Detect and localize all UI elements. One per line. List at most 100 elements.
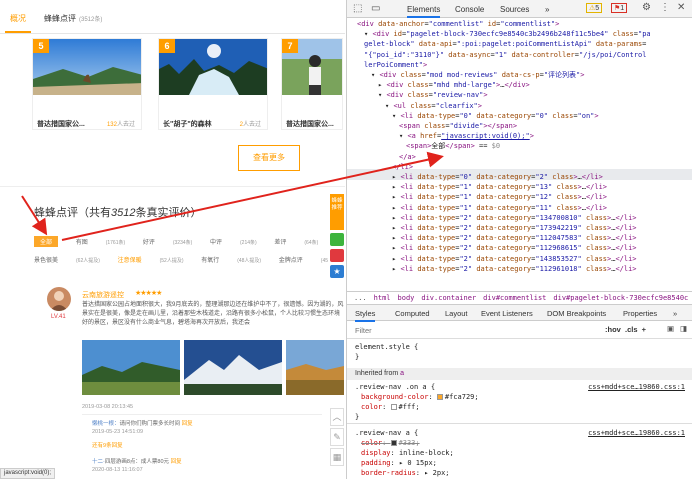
element-style-rule[interactable]: element.style { <box>355 343 418 353</box>
dom-node-line[interactable]: ▸ <li data-type="1" data-category="13" c… <box>392 182 607 192</box>
dom-node-line[interactable]: ▾ <li data-type="0" data-category="0" cl… <box>392 111 599 121</box>
rule2-source-link[interactable]: css+mdd+sce…19860.css:1 <box>588 429 685 439</box>
rule2-prop-display[interactable]: display: inline-block; <box>361 449 454 459</box>
dom-node-line[interactable]: <div data-anchor="commentlist" id="comme… <box>357 19 559 29</box>
dom-node-line[interactable]: ▸ <li data-type="1" data-category="11" c… <box>392 203 607 213</box>
filter-all[interactable]: 全部 <box>34 236 59 247</box>
rule2-prop-color-overridden[interactable]: color: #333; <box>361 439 420 449</box>
rule2-selector[interactable]: .review-nav a { <box>355 429 418 439</box>
kebab-menu-icon[interactable]: ⋮ <box>660 2 670 13</box>
rule1-selector[interactable]: .review-nav .on a { <box>355 383 435 393</box>
breadcrumb-html[interactable]: html <box>374 294 391 302</box>
avatar[interactable] <box>47 287 71 311</box>
inspect-icon[interactable]: ⬚ <box>353 3 362 14</box>
filter-neutral[interactable]: 中评 (214条) <box>210 237 257 246</box>
tab-elements[interactable]: Elements <box>407 5 441 18</box>
dom-node-line[interactable]: ▸ <li data-type="2" data-category="11296… <box>392 264 637 274</box>
rule1-source-link[interactable]: css+mdd+sce…19860.css:1 <box>588 383 685 393</box>
tab-more-panels[interactable]: » <box>673 309 677 318</box>
color-swatch[interactable] <box>390 404 397 410</box>
reply-link[interactable]: 回复 <box>182 421 193 427</box>
recommend-side-button[interactable]: 蜂蜂 推荐 <box>330 194 344 230</box>
rule2-prop-padding[interactable]: padding: ▸ 0 15px; <box>361 459 437 469</box>
rule1-prop-color[interactable]: color: #fff; <box>361 403 420 413</box>
dom-node-line[interactable]: ▾ <div class="review-nav"> <box>378 90 488 100</box>
poi-card-7[interactable]: 7 普达措国家公... <box>281 38 343 130</box>
comment-user[interactable]: 十二· <box>92 459 105 465</box>
dom-node-line[interactable]: ▸ <li data-type="2" data-category="17394… <box>392 223 637 233</box>
tab-dom-breakpoints[interactable]: DOM Breakpoints <box>547 309 606 318</box>
wechat-icon[interactable] <box>330 233 344 246</box>
issues-badge[interactable]: ⚑1 <box>611 3 628 13</box>
styles-filter-tools[interactable]: :hov .cls + <box>605 325 646 334</box>
new-rule-icon[interactable]: ▣ <box>667 324 674 333</box>
dom-node-line[interactable]: </a> <box>399 152 416 162</box>
close-icon[interactable]: ✕ <box>677 2 685 13</box>
inherited-tag[interactable]: a <box>400 370 404 377</box>
review-photo-1[interactable] <box>82 340 180 395</box>
star-icon[interactable]: ★ <box>330 265 344 278</box>
styles-filter-input[interactable] <box>355 325 515 335</box>
breadcrumb-commentlist[interactable]: div#commentlist <box>483 294 546 302</box>
dom-node-line[interactable]: ▸ <li data-type="1" data-category="12" c… <box>392 192 607 202</box>
dom-node-line[interactable]: ▸ <li data-type="2" data-category="11296… <box>392 243 637 253</box>
comment-user[interactable]: 懒桃一根： <box>92 421 120 427</box>
breadcrumb-pagelet[interactable]: div#pagelet-block-730ecfc9e8540c <box>553 294 688 302</box>
dom-node-line[interactable]: gelet-block" data-api=":poi:pagelet:poiC… <box>364 39 646 49</box>
dom-node-line[interactable]: ▸ <li data-type="2" data-category="13470… <box>392 213 637 223</box>
breadcrumb-body[interactable]: body <box>398 294 415 302</box>
breadcrumb-container[interactable]: div.container <box>421 294 476 302</box>
color-swatch[interactable] <box>436 394 443 400</box>
filter-negative[interactable]: 差评 (64条) <box>274 237 318 246</box>
tag-oxygen[interactable]: 有氧行 (48人提及) <box>201 255 261 264</box>
filter-has-photo[interactable]: 有图 (1761条) <box>76 237 125 246</box>
tag-scenery[interactable]: 景色很美 (62人提及) <box>34 255 100 264</box>
review-photo-3[interactable] <box>286 340 344 395</box>
dom-node-line[interactable]: ▸ <li data-type="2" data-category="11204… <box>392 233 637 243</box>
reply-link[interactable]: 回复 <box>171 459 182 465</box>
tab-event-listeners[interactable]: Event Listeners <box>481 309 533 318</box>
reviewer-name[interactable]: 云南旅游遥控 <box>82 290 124 300</box>
tab-properties[interactable]: Properties <box>623 309 657 318</box>
tag-keep-warm[interactable]: 注意保暖 (52人提及) <box>118 255 184 264</box>
dom-node-line[interactable]: ▾ <ul class="clearfix"> <box>385 101 482 111</box>
dom-node-line[interactable]: ▾ <div class="mod mod-reviews" data-cs-p… <box>371 70 585 80</box>
tab-layout[interactable]: Layout <box>445 309 468 318</box>
gear-icon[interactable]: ⚙ <box>642 2 651 13</box>
filter-positive[interactable]: 好评 (3234条) <box>143 237 192 246</box>
dom-node-line[interactable]: </li> <box>392 162 413 172</box>
sidebar-toggle-icon[interactable]: ◨ <box>680 324 687 333</box>
chevron-up-icon[interactable]: ︿ <box>330 408 344 426</box>
see-more-button[interactable]: 查看更多 <box>238 145 300 171</box>
pencil-icon[interactable]: ✎ <box>330 428 344 446</box>
rule1-prop-bg[interactable]: background-color: #fca729; <box>361 393 479 403</box>
device-toolbar-icon[interactable]: ▭ <box>371 3 380 14</box>
tag-gold-review[interactable]: 金牌点评 (45 <box>279 255 328 264</box>
warnings-badge[interactable]: ⚠5 <box>586 3 603 13</box>
qrcode-icon[interactable]: ▦ <box>330 448 344 466</box>
breadcrumb-ellipsis[interactable]: ... <box>354 294 367 302</box>
poi-card-6[interactable]: 6 长"胡子"的森林 2人去过 <box>158 38 268 130</box>
dom-node-line[interactable]: <span class="divide"></span> <box>399 121 517 131</box>
dom-node-line[interactable]: ▸ <li data-type="0" data-category="2" cl… <box>392 172 603 182</box>
review-photo-2[interactable] <box>184 340 282 395</box>
dom-node-line[interactable]: ▾ <div id="pagelet-block-730ecfc9e8540c3… <box>364 29 651 39</box>
tab-more[interactable]: » <box>545 5 549 14</box>
tab-computed[interactable]: Computed <box>395 309 430 318</box>
dom-node-line[interactable]: lerPoiComment"> <box>364 60 427 70</box>
dom-node-line[interactable]: ▸ <div class="mhd mhd-large">…</div> <box>378 80 530 90</box>
divider <box>0 186 345 187</box>
dom-node-line[interactable]: ▾ <a href="javascript:void(0);"> <box>399 131 534 141</box>
tab-console[interactable]: Console <box>455 5 484 14</box>
weibo-icon[interactable] <box>330 249 344 262</box>
color-swatch[interactable] <box>390 440 397 446</box>
tab-sources[interactable]: Sources <box>500 5 529 14</box>
dom-node-line[interactable]: <span>全部</span> == $0 <box>406 141 500 151</box>
dom-node-line[interactable]: ▸ <li data-type="2" data-category="14385… <box>392 254 637 264</box>
tab-reviews[interactable]: 蜂蜂点评 (3512条) <box>44 13 102 24</box>
rule2-prop-radius[interactable]: border-radius: ▸ 2px; <box>361 469 450 479</box>
tab-overview[interactable]: 概况 <box>10 13 26 24</box>
dom-node-line[interactable]: "{"poi_id":"3110"}" data-async="1" data-… <box>364 50 646 60</box>
poi-card-5[interactable]: 5 普达措国家公... 132人去过 <box>32 38 142 130</box>
more-replies[interactable]: 还有9条回复 <box>92 441 123 449</box>
